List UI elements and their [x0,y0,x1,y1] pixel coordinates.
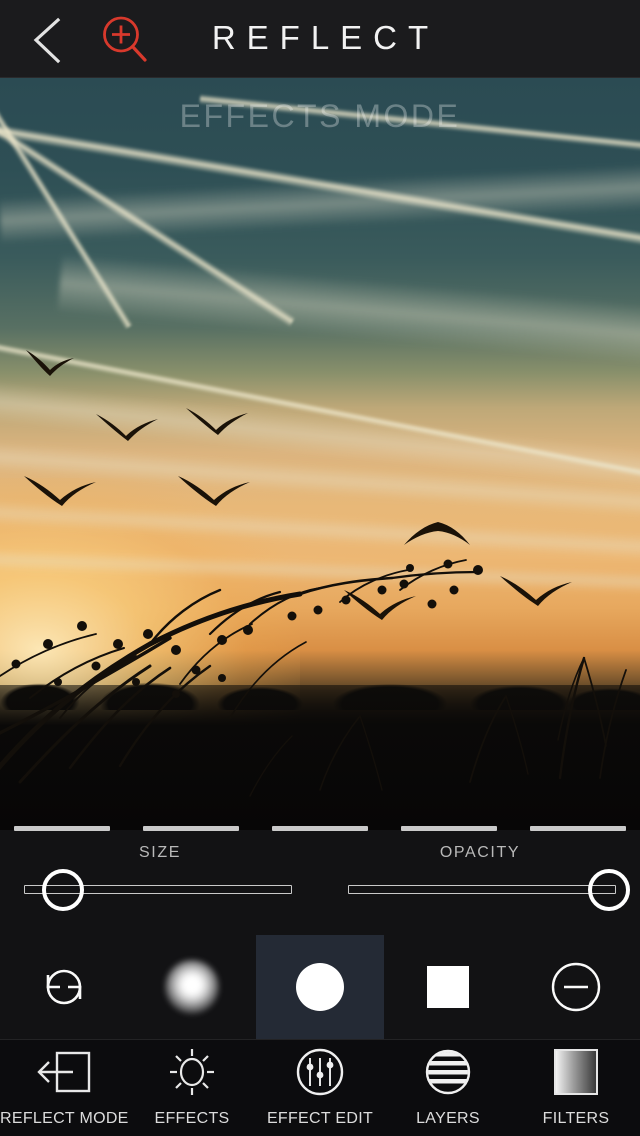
brush-hard-round-inner [256,935,384,1039]
soft-round-brush-icon [165,960,219,1014]
brush-hard-round-button[interactable] [256,935,384,1039]
brush-erase-button[interactable] [512,935,640,1039]
brush-reset-inner [0,935,128,1039]
size-slider-label: SIZE [139,844,181,861]
divider-segment [530,826,626,831]
tab-effects-label: EFFECTS [154,1110,230,1127]
tab-effects[interactable]: EFFECTS [128,1040,256,1136]
opacity-slider-label: OPACITY [439,844,521,861]
tab-effect-edit[interactable]: EFFECT EDIT [256,1040,384,1136]
tab-filters-icon-wrap [512,1047,640,1097]
tab-layers-label: LAYERS [416,1110,480,1127]
sun-icon [170,1049,214,1095]
tab-layers[interactable]: LAYERS [384,1040,512,1136]
striped-circle-icon [425,1049,471,1095]
brush-square-button[interactable] [384,935,512,1039]
tab-effect-edit-label: EFFECT EDIT [266,1110,374,1127]
opacity-slider-knob[interactable] [588,869,630,911]
panel-divider-handle[interactable] [0,826,640,834]
app-title: REFLECT [211,19,440,56]
square-brush-icon [427,966,469,1008]
divider-segment [272,826,368,831]
brush-reset-button[interactable] [0,935,128,1039]
app-root: REFLECT EFFECTS MODE SIZE OPACITY REFLEC… [0,0,640,1136]
tab-reflect-mode[interactable]: REFLECT MODE [0,1040,128,1136]
arrow-into-box-icon [37,1051,91,1093]
tab-effects-icon-wrap [128,1047,256,1097]
tab-effect-edit-icon-wrap [256,1047,384,1097]
tab-layers-icon-wrap [384,1047,512,1097]
brush-soft-round-button[interactable] [128,935,256,1039]
top-bar: REFLECT [0,0,640,78]
sliders-circle-icon [296,1048,344,1096]
tab-filters-label: FILTERS [542,1110,610,1127]
size-slider-group: SIZE [0,834,320,934]
opacity-slider-track[interactable] [348,885,616,894]
tab-filters[interactable]: FILTERS [512,1040,640,1136]
refresh-arrows-icon [46,969,82,1005]
divider-segment [401,826,497,831]
photo-canvas[interactable]: EFFECTS MODE [0,78,640,830]
tab-reflect-mode-label: REFLECT MODE [0,1110,129,1127]
circle-minus-icon [551,962,601,1012]
opacity-slider-group: OPACITY [320,834,640,934]
divider-segment [143,826,239,831]
brush-square-inner [384,935,512,1039]
divider-segment [14,826,110,831]
size-slider-knob[interactable] [42,869,84,911]
brush-erase-inner [512,935,640,1039]
bottom-tab-bar: REFLECT MODE EFFECTS EFFECT EDIT LAYERS … [0,1039,640,1136]
gradient-square-icon [554,1049,598,1095]
hard-round-brush-icon [296,963,344,1011]
tab-reflect-mode-icon-wrap [0,1047,128,1097]
brush-soft-round-inner [128,935,256,1039]
brush-shape-row [0,935,640,1039]
sky-gradient [0,78,640,830]
